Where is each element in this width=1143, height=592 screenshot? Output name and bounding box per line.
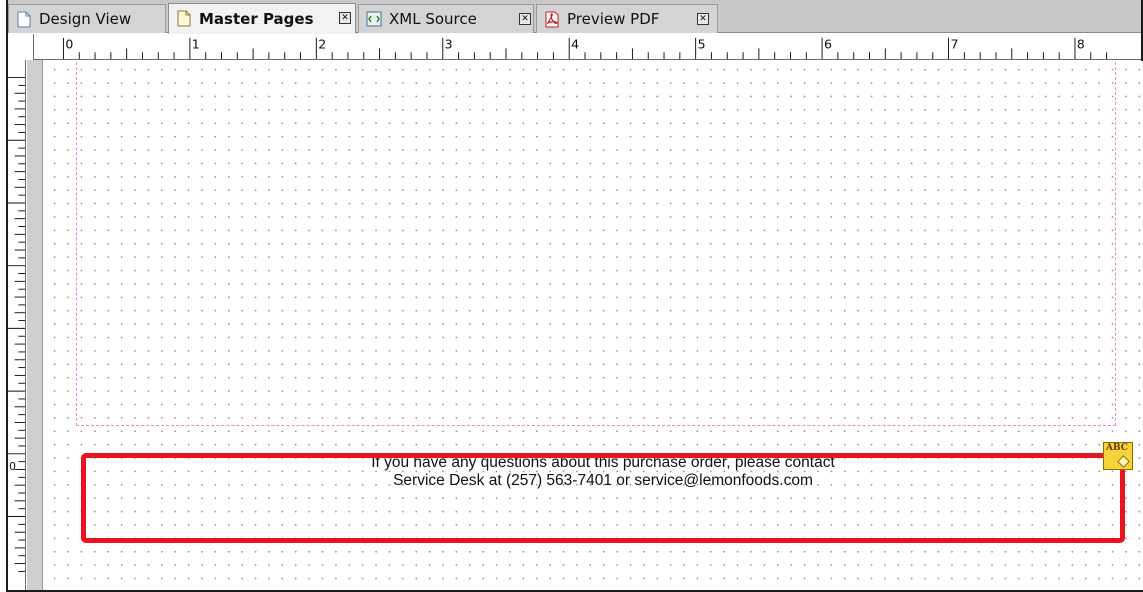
ruler-label: 1 [192, 36, 200, 51]
designer-window: Design View Master Pages ✕ XML Source ✕ … [6, 0, 1143, 592]
tab-bar: Design View Master Pages ✕ XML Source ✕ … [8, 0, 1141, 34]
vertical-ruler [8, 60, 26, 590]
tab-label: Preview PDF [567, 10, 660, 28]
ruler-label: 3 [445, 36, 453, 51]
ruler-label: 2 [318, 36, 326, 51]
page-icon [175, 10, 193, 28]
footer-highlight-box [81, 453, 1125, 543]
ruler-label: 4 [571, 36, 579, 51]
ruler-label: 7 [950, 36, 958, 51]
text-object-icon[interactable]: ABC [1103, 442, 1133, 470]
horizontal-ruler: 0 1 2 3 4 5 6 7 8 [8, 34, 1141, 60]
pdf-icon [543, 10, 561, 28]
close-icon[interactable]: ✕ [697, 13, 709, 25]
ruler-label: 0 [65, 36, 73, 51]
pen-icon [1117, 455, 1130, 468]
ruler-label: 6 [824, 36, 832, 51]
badge-label: ABC [1106, 443, 1128, 453]
ruler-label: 8 [1077, 36, 1085, 51]
close-icon[interactable]: ✕ [339, 12, 351, 24]
page-icon [15, 10, 33, 28]
tab-master-pages[interactable]: Master Pages ✕ [168, 3, 356, 34]
ruler-corner [8, 34, 34, 60]
xml-icon [365, 10, 383, 28]
page-margin-guide [76, 62, 1116, 426]
tab-preview-pdf[interactable]: Preview PDF ✕ [536, 4, 718, 33]
close-icon[interactable]: ✕ [519, 13, 531, 25]
tab-design-view[interactable]: Design View [8, 4, 166, 33]
vertical-scroll-strip [27, 60, 43, 590]
tab-label: XML Source [389, 10, 477, 28]
tab-xml-source[interactable]: XML Source ✕ [358, 4, 534, 33]
ruler-label: 5 [698, 36, 706, 51]
tab-label: Master Pages [199, 9, 314, 28]
tab-label: Design View [39, 10, 132, 28]
